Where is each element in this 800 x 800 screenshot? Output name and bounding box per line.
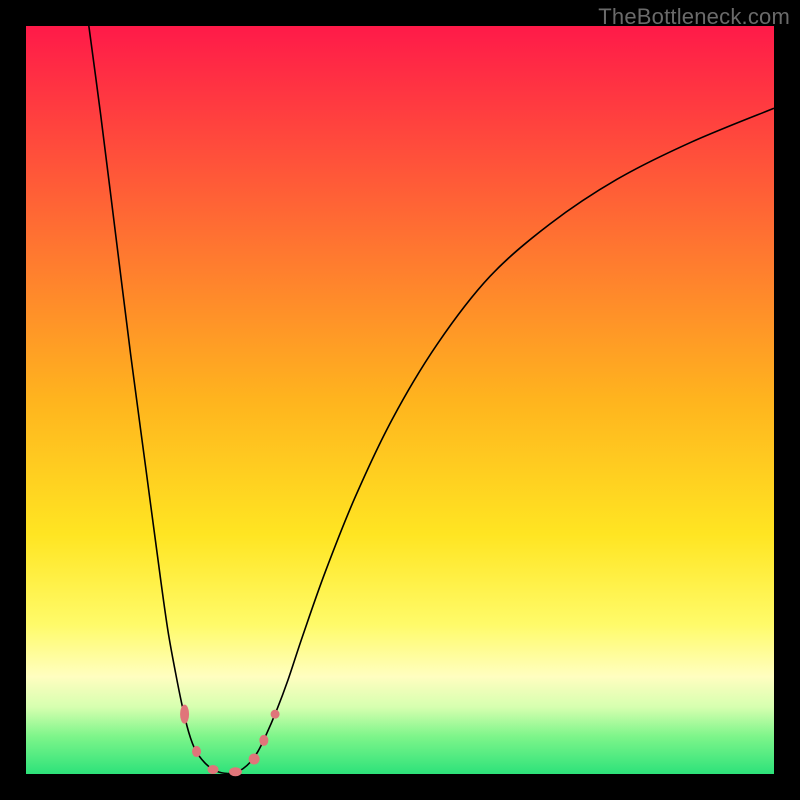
curve-marker: [193, 747, 201, 757]
curve-marker: [249, 754, 259, 764]
curve-right-branch: [228, 108, 774, 773]
curve-marker: [208, 766, 218, 774]
marker-group: [181, 705, 280, 776]
curve-marker: [260, 735, 268, 745]
curve-marker: [271, 710, 279, 718]
curve-left-branch: [86, 4, 228, 774]
curve-marker: [181, 705, 189, 723]
curve-marker: [229, 768, 241, 776]
curve-plot: [26, 26, 774, 774]
